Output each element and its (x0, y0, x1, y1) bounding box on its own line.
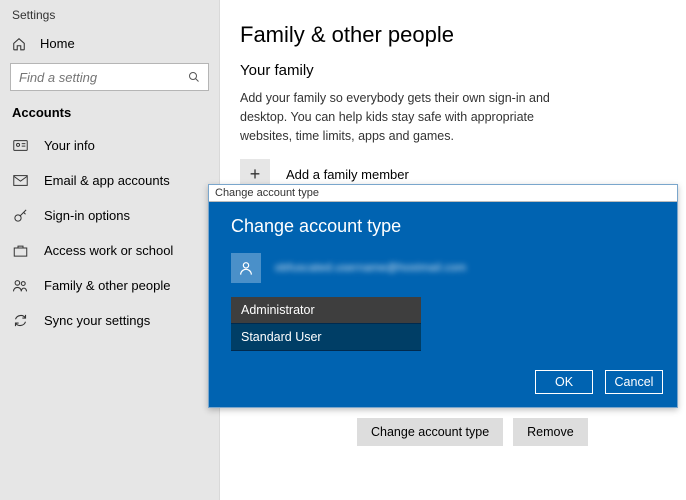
remove-account-button[interactable]: Remove (513, 418, 588, 446)
sidebar-item-signin[interactable]: Sign-in options (0, 198, 219, 233)
dialog-heading: Change account type (231, 216, 655, 237)
add-member-label: Add a family member (286, 167, 409, 182)
home-nav[interactable]: Home (0, 28, 219, 59)
nav-label: Your info (44, 138, 95, 153)
mail-icon (12, 175, 28, 186)
search-field[interactable] (19, 70, 173, 85)
sidebar-item-family[interactable]: Family & other people (0, 268, 219, 303)
change-account-type-button[interactable]: Change account type (357, 418, 503, 446)
cancel-button[interactable]: Cancel (605, 370, 663, 394)
sidebar-item-email[interactable]: Email & app accounts (0, 163, 219, 198)
sidebar-item-sync[interactable]: Sync your settings (0, 303, 219, 338)
nav-label: Sync your settings (44, 313, 150, 328)
nav-label: Sign-in options (44, 208, 130, 223)
dialog-account-row: obfuscated.username@hostmail.com (231, 253, 655, 283)
sidebar: Settings Home Accounts Your info (0, 0, 220, 500)
people-icon (12, 279, 28, 292)
change-account-type-dialog: Change account type Change account type … (208, 184, 678, 408)
account-type-option-standard[interactable]: Standard User (231, 324, 421, 351)
sidebar-item-work-school[interactable]: Access work or school (0, 233, 219, 268)
ok-button[interactable]: OK (535, 370, 593, 394)
account-type-option-administrator[interactable]: Administrator (231, 297, 421, 324)
key-icon (12, 208, 28, 223)
account-email-masked: obfuscated.username@hostmail.com (275, 262, 475, 274)
account-action-row: Change account type Remove (357, 418, 588, 446)
account-type-dropdown[interactable]: Administrator Standard User (231, 297, 421, 351)
page-title: Family & other people (240, 22, 658, 48)
sidebar-item-your-info[interactable]: Your info (0, 128, 219, 163)
briefcase-icon (12, 244, 28, 257)
dialog-titlebar[interactable]: Change account type (209, 185, 677, 202)
nav-label: Family & other people (44, 278, 170, 293)
home-icon (12, 37, 26, 51)
family-heading: Your family (240, 62, 658, 79)
sync-icon (12, 313, 28, 328)
search-icon (188, 71, 200, 83)
section-heading: Accounts (0, 101, 219, 128)
family-description: Add your family so everybody gets their … (240, 89, 570, 145)
home-label: Home (40, 36, 75, 51)
person-card-icon (12, 140, 28, 151)
app-title: Settings (0, 8, 219, 28)
search-input[interactable] (10, 63, 209, 91)
nav-label: Access work or school (44, 243, 173, 258)
nav-label: Email & app accounts (44, 173, 170, 188)
person-icon (231, 253, 261, 283)
